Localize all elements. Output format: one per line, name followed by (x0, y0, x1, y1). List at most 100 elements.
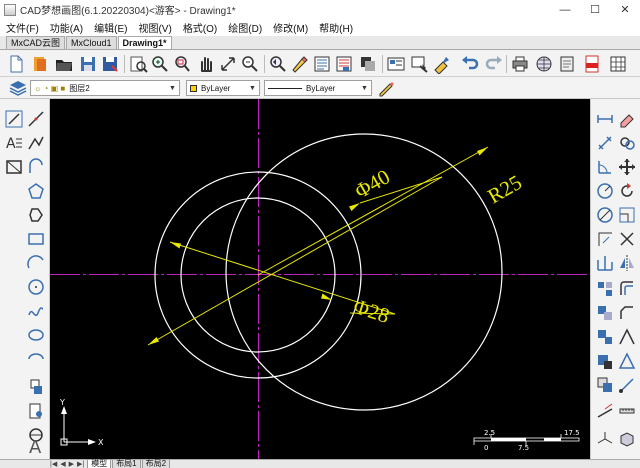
rotate-icon[interactable] (617, 181, 637, 201)
linetype-select[interactable]: ByLayer ▼ (264, 80, 372, 96)
pencil-icon[interactable] (376, 78, 396, 98)
rectangle-icon[interactable] (4, 157, 24, 177)
dim-angular-icon[interactable] (595, 157, 615, 177)
menu-view[interactable]: 视图(V) (138, 20, 171, 35)
design-center-icon[interactable] (432, 54, 452, 74)
lengthen-icon[interactable] (595, 401, 615, 421)
block-icon[interactable] (386, 54, 406, 74)
dim-diameter-icon[interactable] (595, 205, 615, 225)
drawing-canvas[interactable]: Φ40 R25 Φ28 Y X 2.5 17.5 0 7.5 (50, 99, 590, 459)
layers-stack-icon[interactable] (8, 78, 28, 98)
circle-icon[interactable] (26, 277, 46, 297)
tab-layout2[interactable]: 布局2 (141, 460, 171, 468)
web-icon[interactable] (534, 54, 554, 74)
construction-line-icon[interactable] (26, 109, 46, 129)
scale-icon[interactable] (617, 205, 637, 225)
pan-hand-icon[interactable] (196, 54, 216, 74)
dim-linear-icon[interactable] (595, 109, 615, 129)
explode-icon[interactable] (595, 327, 615, 347)
maximize-button[interactable]: ☐ (580, 0, 610, 19)
copy-icon[interactable] (617, 133, 637, 153)
divide-icon[interactable] (595, 429, 615, 449)
doc-tab-mxcloud1[interactable]: MxCloud1 (66, 36, 117, 49)
erase-icon[interactable] (617, 109, 637, 129)
arc-icon[interactable] (26, 253, 46, 273)
open-icon[interactable] (30, 54, 50, 74)
array-icon[interactable] (595, 279, 615, 299)
menu-function[interactable]: 功能(A) (50, 20, 83, 35)
shape-icon[interactable] (26, 205, 46, 225)
rect-outline-icon[interactable] (26, 229, 46, 249)
insert-block-icon[interactable] (26, 401, 46, 421)
menu-file[interactable]: 文件(F) (6, 20, 39, 35)
trim-icon[interactable] (617, 229, 637, 249)
grid-icon[interactable] (608, 54, 628, 74)
polyline-icon[interactable] (26, 133, 46, 153)
undo-icon[interactable] (460, 54, 480, 74)
view-cube-icon[interactable] (617, 429, 637, 449)
properties-icon[interactable] (312, 54, 332, 74)
polygon-icon[interactable] (26, 181, 46, 201)
new-icon[interactable] (6, 54, 26, 74)
spline-icon[interactable] (26, 301, 46, 321)
zoom-in-icon[interactable] (268, 54, 288, 74)
image-icon[interactable] (410, 54, 430, 74)
tab-nav-prev[interactable]: ◀ (60, 460, 65, 468)
pdf-icon[interactable] (582, 54, 602, 74)
close-button[interactable]: ✕ (610, 0, 640, 19)
hatch-icon[interactable] (26, 377, 46, 397)
zoom-out-icon[interactable] (290, 54, 310, 74)
minimize-button[interactable]: — (550, 0, 580, 19)
align-icon[interactable] (617, 375, 637, 395)
stretch-icon[interactable] (617, 327, 637, 347)
tab-layout1[interactable]: 布局1 (112, 460, 141, 468)
color-select[interactable]: ByLayer ▼ (186, 80, 260, 96)
ellipse-arc-icon[interactable] (26, 349, 46, 369)
tab-nav-next[interactable]: ▶ (69, 460, 74, 468)
dim-aligned-icon[interactable] (595, 133, 615, 153)
save-as-icon[interactable] (100, 54, 120, 74)
menu-help[interactable]: 帮助(H) (319, 20, 353, 35)
dim-ordinate-icon[interactable] (595, 229, 615, 249)
layer-manager-icon[interactable] (358, 54, 378, 74)
mirror-icon[interactable] (617, 253, 637, 273)
print-preview-icon[interactable] (128, 54, 148, 74)
dimension-phi40[interactable] (147, 176, 443, 346)
dimension-r25[interactable] (257, 146, 489, 276)
menu-format[interactable]: 格式(O) (183, 20, 217, 35)
mtext-icon[interactable]: A (4, 133, 24, 153)
zoom-realtime-icon[interactable] (150, 54, 170, 74)
draworder-icon[interactable] (595, 375, 615, 395)
match-properties-icon[interactable] (334, 54, 354, 74)
doc-tab-mxcad-cloud[interactable]: MxCAD云图 (6, 36, 65, 49)
tab-nav-first[interactable]: |◀ (50, 460, 57, 468)
plot-icon[interactable] (510, 54, 530, 74)
open-folder-icon[interactable] (54, 54, 74, 74)
offset-icon[interactable] (617, 279, 637, 299)
line-icon[interactable] (4, 109, 24, 129)
dim-radius-icon[interactable] (595, 181, 615, 201)
join-icon[interactable] (617, 351, 637, 371)
tab-model[interactable]: 模型 (87, 460, 112, 468)
menu-draw[interactable]: 绘图(D) (228, 20, 262, 35)
redo-icon[interactable] (484, 54, 504, 74)
zoom-extents-icon[interactable] (218, 54, 238, 74)
zoom-window-icon[interactable] (172, 54, 192, 74)
tab-nav-last[interactable]: ▶| (77, 460, 84, 468)
zoom-previous-icon[interactable] (240, 54, 260, 74)
doc-tab-drawing1[interactable]: Drawing1* (117, 36, 172, 49)
arc-polyline-icon[interactable] (26, 157, 46, 177)
ellipse-icon[interactable] (26, 325, 46, 345)
chamfer-icon[interactable] (617, 303, 637, 323)
measure-icon[interactable] (617, 401, 637, 421)
publish-icon[interactable] (558, 54, 578, 74)
break-icon[interactable] (595, 351, 615, 371)
dim-baseline-icon[interactable] (595, 253, 615, 273)
layer-select[interactable]: ☼ ◔ ▣ ■ 图层2 ▼ (30, 80, 180, 96)
menu-modify[interactable]: 修改(M) (273, 20, 308, 35)
move-icon[interactable] (617, 157, 637, 177)
fillet-icon[interactable] (595, 303, 615, 323)
menu-edit[interactable]: 编辑(E) (94, 20, 127, 35)
save-icon[interactable] (78, 54, 98, 74)
text-icon[interactable]: A (26, 435, 46, 455)
